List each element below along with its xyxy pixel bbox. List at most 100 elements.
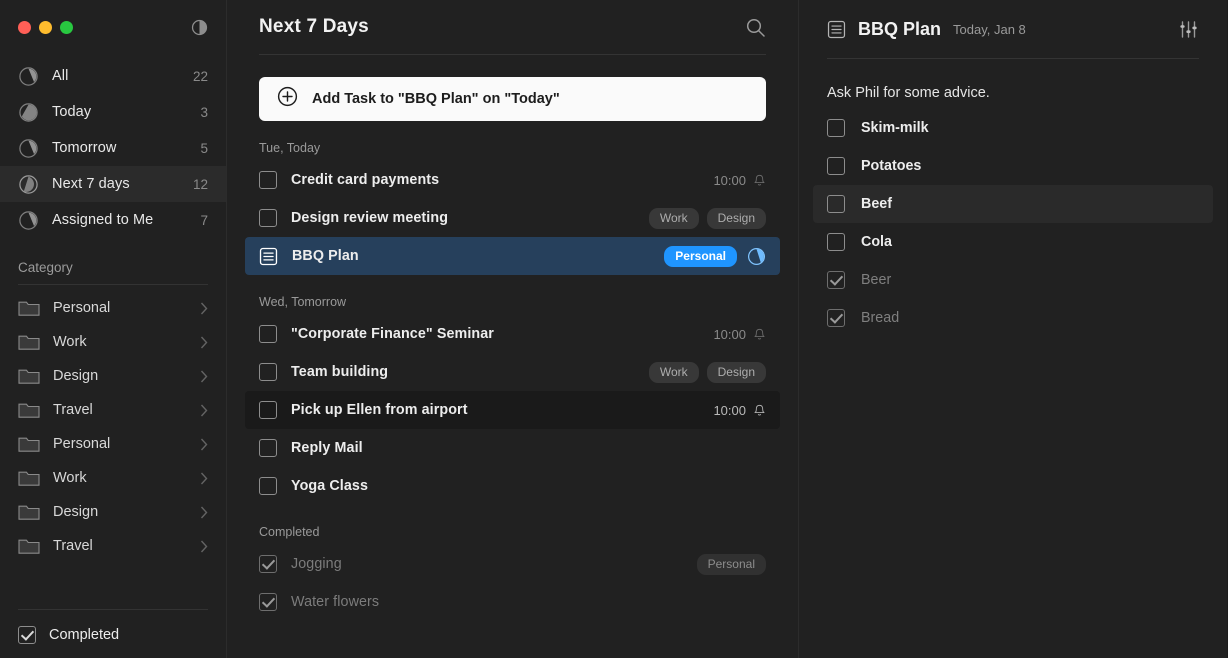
chevron-right-icon[interactable] bbox=[200, 540, 208, 553]
chevron-right-icon[interactable] bbox=[200, 404, 208, 417]
tag-badge[interactable]: Personal bbox=[664, 246, 737, 267]
group-header-today: Tue, Today bbox=[227, 121, 798, 161]
sliders-icon[interactable] bbox=[1178, 19, 1199, 40]
sidebar-item-count: 5 bbox=[200, 141, 208, 156]
sidebar-item-assigned-to-me[interactable]: Assigned to Me 7 bbox=[0, 202, 226, 238]
sidebar-category-personal-2[interactable]: Personal bbox=[0, 427, 226, 461]
list-item[interactable]: Skim-milk bbox=[813, 109, 1213, 147]
task-title: Water flowers bbox=[291, 594, 766, 610]
add-task-button[interactable]: Add Task to "BBQ Plan" on "Today" bbox=[259, 77, 766, 121]
divider bbox=[259, 54, 766, 55]
task-checkbox[interactable] bbox=[259, 171, 277, 189]
chevron-right-icon[interactable] bbox=[200, 302, 208, 315]
subtask-checkbox[interactable] bbox=[827, 233, 845, 251]
detail-title: BBQ Plan bbox=[858, 19, 941, 40]
task-checkbox[interactable] bbox=[259, 401, 277, 419]
subtask-checkbox[interactable] bbox=[827, 157, 845, 175]
tag-badge[interactable]: Design bbox=[707, 208, 766, 229]
subtask-checkbox[interactable] bbox=[827, 271, 845, 289]
task-meta: 10:00 bbox=[713, 327, 766, 342]
task-checkbox[interactable] bbox=[259, 555, 277, 573]
table-row[interactable]: Water flowers bbox=[245, 583, 780, 621]
maximize-window-button[interactable] bbox=[60, 21, 73, 34]
list-item[interactable]: Cola bbox=[813, 223, 1213, 261]
task-checkbox[interactable] bbox=[259, 325, 277, 343]
table-row[interactable]: "Corporate Finance" Seminar 10:00 bbox=[245, 315, 780, 353]
sidebar-item-label: Assigned to Me bbox=[52, 212, 187, 228]
tag-badge[interactable]: Design bbox=[707, 362, 766, 383]
table-row[interactable]: Design review meeting Work Design bbox=[245, 199, 780, 237]
table-row[interactable]: Reply Mail bbox=[245, 429, 780, 467]
task-title: Reply Mail bbox=[291, 440, 766, 456]
search-icon[interactable] bbox=[745, 17, 766, 38]
sidebar-category-personal-1[interactable]: Personal bbox=[0, 291, 226, 325]
chevron-right-icon[interactable] bbox=[200, 370, 208, 383]
task-checkbox[interactable] bbox=[259, 209, 277, 227]
list-item[interactable]: Bread bbox=[813, 299, 1213, 337]
sidebar-category-work-2[interactable]: Work bbox=[0, 461, 226, 495]
task-meta: 10:00 bbox=[713, 173, 766, 188]
pie-circle-icon bbox=[18, 174, 39, 195]
table-row[interactable]: Team building Work Design bbox=[245, 353, 780, 391]
folder-icon bbox=[18, 334, 40, 351]
sidebar-item-count: 12 bbox=[193, 177, 208, 192]
task-checkbox[interactable] bbox=[259, 593, 277, 611]
task-meta: Work Design bbox=[641, 362, 766, 383]
category-label: Travel bbox=[53, 538, 187, 554]
table-row-selected[interactable]: BBQ Plan Personal bbox=[245, 237, 780, 275]
sidebar-category-work-1[interactable]: Work bbox=[0, 325, 226, 359]
minimize-window-button[interactable] bbox=[39, 21, 52, 34]
subtask-checkbox[interactable] bbox=[827, 119, 845, 137]
task-checkbox[interactable] bbox=[259, 363, 277, 381]
sidebar-category-design-1[interactable]: Design bbox=[0, 359, 226, 393]
tag-badge[interactable]: Work bbox=[649, 362, 699, 383]
chevron-right-icon[interactable] bbox=[200, 506, 208, 519]
task-time: 10:00 bbox=[713, 327, 746, 342]
table-row[interactable]: Yoga Class bbox=[245, 467, 780, 505]
chevron-right-icon[interactable] bbox=[200, 472, 208, 485]
show-completed-toggle[interactable]: Completed bbox=[18, 626, 208, 644]
sidebar-category-travel-2[interactable]: Travel bbox=[0, 529, 226, 563]
subtask-checkbox[interactable] bbox=[827, 195, 845, 213]
smart-list-nav: All 22 Today 3 Tomorrow 5 bbox=[0, 54, 226, 238]
task-title: Design review meeting bbox=[291, 210, 627, 226]
sidebar-category-travel-1[interactable]: Travel bbox=[0, 393, 226, 427]
group-header-tomorrow: Wed, Tomorrow bbox=[227, 275, 798, 315]
task-note[interactable]: Ask Phil for some advice. bbox=[799, 59, 1227, 109]
half-circle-contrast-icon[interactable] bbox=[191, 19, 208, 36]
sidebar-item-tomorrow[interactable]: Tomorrow 5 bbox=[0, 130, 226, 166]
divider bbox=[18, 609, 208, 610]
subtask-checkbox[interactable] bbox=[827, 309, 845, 327]
table-row[interactable]: Jogging Personal bbox=[245, 545, 780, 583]
sidebar-category-design-2[interactable]: Design bbox=[0, 495, 226, 529]
subtask-label: Potatoes bbox=[861, 158, 921, 174]
sidebar-item-next-7-days[interactable]: Next 7 days 12 bbox=[0, 166, 226, 202]
tag-badge[interactable]: Work bbox=[649, 208, 699, 229]
tag-badge[interactable]: Personal bbox=[697, 554, 766, 575]
chevron-right-icon[interactable] bbox=[200, 438, 208, 451]
chevron-right-icon[interactable] bbox=[200, 336, 208, 349]
completed-label: Completed bbox=[49, 627, 119, 643]
pie-circle-icon bbox=[18, 210, 39, 231]
close-window-button[interactable] bbox=[18, 21, 31, 34]
table-row-hovered[interactable]: Pick up Ellen from airport 10:00 bbox=[245, 391, 780, 429]
list-item[interactable]: Potatoes bbox=[813, 147, 1213, 185]
category-label: Design bbox=[53, 368, 187, 384]
task-checkbox[interactable] bbox=[259, 439, 277, 457]
folder-icon bbox=[18, 470, 40, 487]
category-label: Travel bbox=[53, 402, 187, 418]
window-controls bbox=[18, 21, 73, 34]
list-item-hovered[interactable]: Beef bbox=[813, 185, 1213, 223]
table-row[interactable]: Credit card payments 10:00 bbox=[245, 161, 780, 199]
pie-circle-icon bbox=[18, 138, 39, 159]
task-meta: Work Design bbox=[641, 208, 766, 229]
category-label: Personal bbox=[53, 436, 187, 452]
sidebar-item-all[interactable]: All 22 bbox=[0, 58, 226, 94]
task-checkbox[interactable] bbox=[259, 477, 277, 495]
list-item[interactable]: Beer bbox=[813, 261, 1213, 299]
folder-icon bbox=[18, 538, 40, 555]
sidebar-item-today[interactable]: Today 3 bbox=[0, 94, 226, 130]
completed-checkbox[interactable] bbox=[18, 626, 36, 644]
category-label: Work bbox=[53, 470, 187, 486]
bell-icon bbox=[753, 404, 766, 417]
